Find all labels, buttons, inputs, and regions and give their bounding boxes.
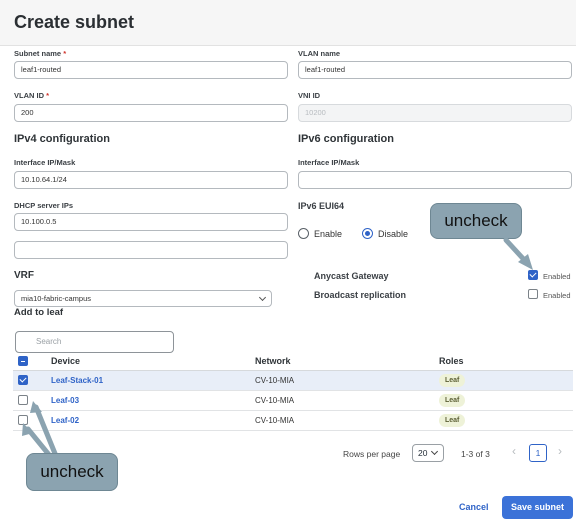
search-input[interactable]: Search (15, 331, 174, 353)
table-row[interactable]: Leaf-Stack-01 CV-10-MIA Leaf (13, 371, 573, 391)
vrf-select[interactable]: mia10-fabric-campus (14, 290, 272, 307)
vlan-id-input[interactable]: 200 (14, 104, 288, 122)
role-badge: Leaf (439, 414, 466, 427)
annotation-arrow-left (25, 426, 53, 459)
network-cell: CV-10-MIA (255, 416, 295, 425)
add-to-leaf-label: Add to leaf (14, 307, 64, 318)
broadcast-replication-checkbox[interactable] (528, 289, 538, 299)
subnet-name-input[interactable]: leaf1-routed (14, 61, 288, 79)
ipv4-interface-label: Interface IP/Mask (14, 158, 76, 167)
column-device[interactable]: Device (51, 356, 80, 366)
chevron-down-icon (258, 293, 267, 302)
device-link[interactable]: Leaf-02 (51, 416, 79, 425)
ipv6-eui64-label: IPv6 EUI64 (298, 201, 345, 211)
device-link[interactable]: Leaf-Stack-01 (51, 376, 103, 385)
dhcp-label: DHCP server IPs (14, 201, 74, 210)
vlan-name-label: VLAN name (298, 49, 341, 58)
table-row[interactable]: Leaf-02 CV-10-MIA Leaf (13, 411, 573, 431)
chevron-left-icon[interactable]: ‹ (512, 444, 516, 458)
chevron-down-icon (430, 447, 439, 456)
rows-per-page-label: Rows per page (343, 449, 401, 459)
rows-per-page-select[interactable]: 20 (412, 444, 444, 462)
dhcp-input-1[interactable]: 10.100.0.5 (14, 213, 288, 231)
modal-title: Create subnet (14, 12, 135, 32)
column-network[interactable]: Network (255, 356, 291, 366)
table-header: Device Network Roles (13, 352, 573, 371)
annotation-arrow-top (503, 237, 531, 267)
anycast-gateway-checkbox[interactable] (528, 270, 538, 280)
ipv4-section-title: IPv4 configuration (14, 133, 110, 145)
ipv6-interface-label: Interface IP/Mask (298, 158, 360, 167)
radio-on-icon[interactable] (362, 228, 373, 239)
role-badge: Leaf (439, 394, 466, 407)
network-cell: CV-10-MIA (255, 396, 295, 405)
network-cell: CV-10-MIA (255, 376, 295, 385)
vni-id-label: VNI ID (298, 91, 321, 100)
radio-off-icon[interactable] (298, 228, 309, 239)
page-number-button[interactable]: 1 (529, 444, 547, 462)
vni-id-input: 10200 (298, 104, 572, 122)
eui64-enable-option[interactable]: Enable (298, 228, 342, 239)
vrf-label: VRF (14, 270, 34, 281)
role-badge: Leaf (439, 374, 466, 387)
row-checkbox[interactable] (18, 375, 28, 385)
device-link[interactable]: Leaf-03 (51, 396, 79, 405)
modal-header: Create subnet (0, 0, 576, 46)
broadcast-state-text: Enabled (543, 291, 571, 300)
select-all-checkbox[interactable] (18, 356, 28, 366)
table-row[interactable]: Leaf-03 CV-10-MIA Leaf (13, 391, 573, 411)
pagination-range: 1-3 of 3 (461, 449, 490, 459)
cancel-button[interactable]: Cancel (459, 502, 489, 512)
column-roles[interactable]: Roles (439, 356, 464, 366)
save-subnet-button[interactable]: Save subnet (502, 496, 573, 519)
dhcp-input-2[interactable] (14, 241, 288, 259)
anycast-state-text: Enabled (543, 272, 571, 281)
arrowhead-top (518, 254, 533, 270)
ipv6-section-title: IPv6 configuration (298, 133, 394, 145)
subnet-name-label: Subnet name * (14, 49, 67, 58)
anycast-gateway-label: Anycast Gateway (314, 271, 389, 281)
annotation-callout-bottom: uncheck (26, 453, 118, 491)
vlan-name-input[interactable]: leaf1-routed (298, 61, 572, 79)
row-checkbox[interactable] (18, 395, 28, 405)
ipv6-interface-input[interactable] (298, 171, 572, 189)
broadcast-replication-label: Broadcast replication (314, 290, 407, 300)
ipv4-interface-input[interactable]: 10.10.64.1/24 (14, 171, 288, 189)
vlan-id-label: VLAN ID * (14, 91, 50, 100)
eui64-disable-option[interactable]: Disable (362, 228, 408, 239)
chevron-right-icon[interactable]: › (558, 444, 562, 458)
row-checkbox[interactable] (18, 415, 28, 425)
annotation-callout-top: uncheck (430, 203, 522, 239)
